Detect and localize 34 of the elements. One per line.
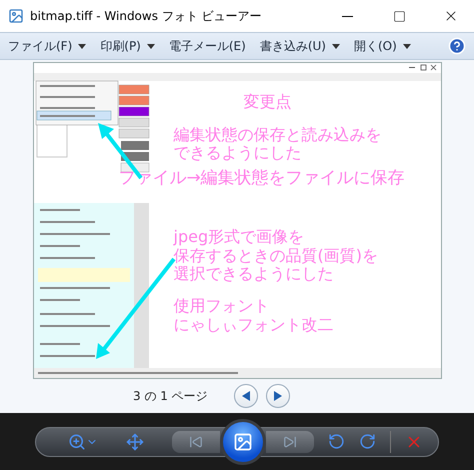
caret-icon (146, 44, 155, 49)
help-icon[interactable] (448, 37, 466, 56)
menu-item[interactable]: 印刷(P) (100, 38, 155, 55)
previous-page-button[interactable] (234, 384, 258, 408)
next-page-button[interactable] (266, 384, 290, 408)
annotation-text: 編集状態の保存と読み込みを できるようにした (174, 126, 382, 163)
skip-back-icon (189, 434, 203, 449)
menu-item[interactable]: 書き込み(U) (260, 38, 340, 55)
menu-item[interactable]: ファイル(F) (8, 38, 86, 55)
caret-icon (402, 44, 411, 49)
annotation-heading: 変更点 (244, 93, 292, 112)
left-triangle-icon (242, 391, 250, 402)
fit-to-window-button[interactable] (126, 432, 144, 451)
window-title: bitmap.tiff - Windows フォト ビューアー (30, 8, 263, 24)
app-icon (8, 8, 24, 24)
rotate-right-button[interactable] (359, 433, 376, 450)
page-indicator: 3 の 1 ページ (133, 388, 208, 405)
slideshow-button[interactable] (220, 418, 266, 465)
annotation-text: 使用フォント にゃしぃフォント改二 (174, 297, 334, 334)
zoom-icon (68, 432, 86, 451)
menu-item[interactable]: 開く(O) (354, 38, 411, 55)
rotate-left-icon (328, 433, 345, 450)
rotate-right-icon (359, 433, 376, 450)
move-arrows-icon (126, 432, 144, 451)
maximize-icon (392, 10, 406, 22)
skip-forward-icon (283, 434, 297, 449)
caret-icon (332, 44, 340, 49)
right-triangle-icon (274, 391, 282, 402)
annotation-text: jpeg形式で画像を 保存するときの品質(画質)を 選択できるようにした (174, 228, 379, 284)
menu-item[interactable]: 電子メール(E) (168, 38, 246, 55)
zoom-button[interactable] (68, 432, 98, 451)
rotate-left-button[interactable] (328, 433, 345, 450)
image-icon (233, 432, 253, 452)
caret-icon (78, 44, 86, 49)
